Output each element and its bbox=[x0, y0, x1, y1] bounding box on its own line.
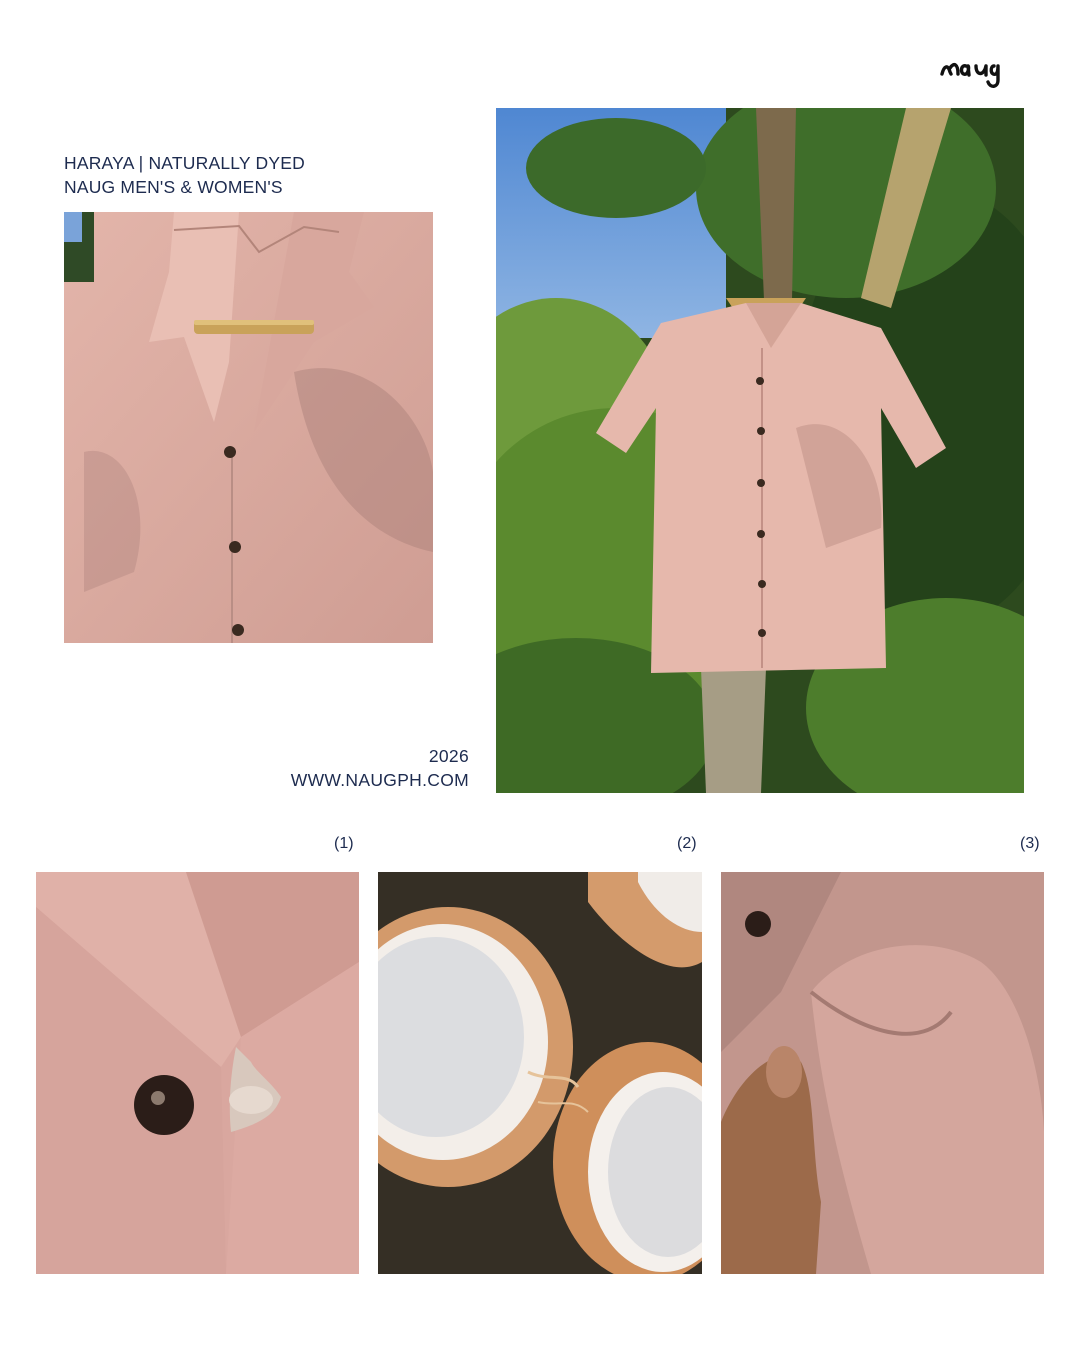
shirt-closeup-photo bbox=[64, 212, 433, 643]
detail-photo-button bbox=[36, 872, 359, 1274]
website-link[interactable]: WWW.NAUGPH.COM bbox=[291, 768, 469, 792]
detail-number-2: (2) bbox=[677, 835, 697, 852]
shirt-on-tree-photo bbox=[496, 108, 1024, 793]
detail-photo-fabric bbox=[721, 872, 1044, 1274]
year-label: 2026 bbox=[428, 746, 469, 766]
title-line-1: HARAYA | NATURALLY DYED bbox=[64, 153, 305, 173]
year-and-website: 2026 WWW.NAUGPH.COM bbox=[291, 744, 469, 792]
detail-photo-coconuts bbox=[378, 872, 702, 1274]
detail-number-1: (1) bbox=[334, 835, 354, 852]
detail-number-3: (3) bbox=[1020, 835, 1040, 852]
title-line-2: NAUG MEN'S & WOMEN'S bbox=[64, 177, 283, 197]
collection-title: HARAYA | NATURALLY DYED NAUG MEN'S & WOM… bbox=[64, 151, 305, 199]
brand-logo bbox=[936, 44, 1036, 94]
